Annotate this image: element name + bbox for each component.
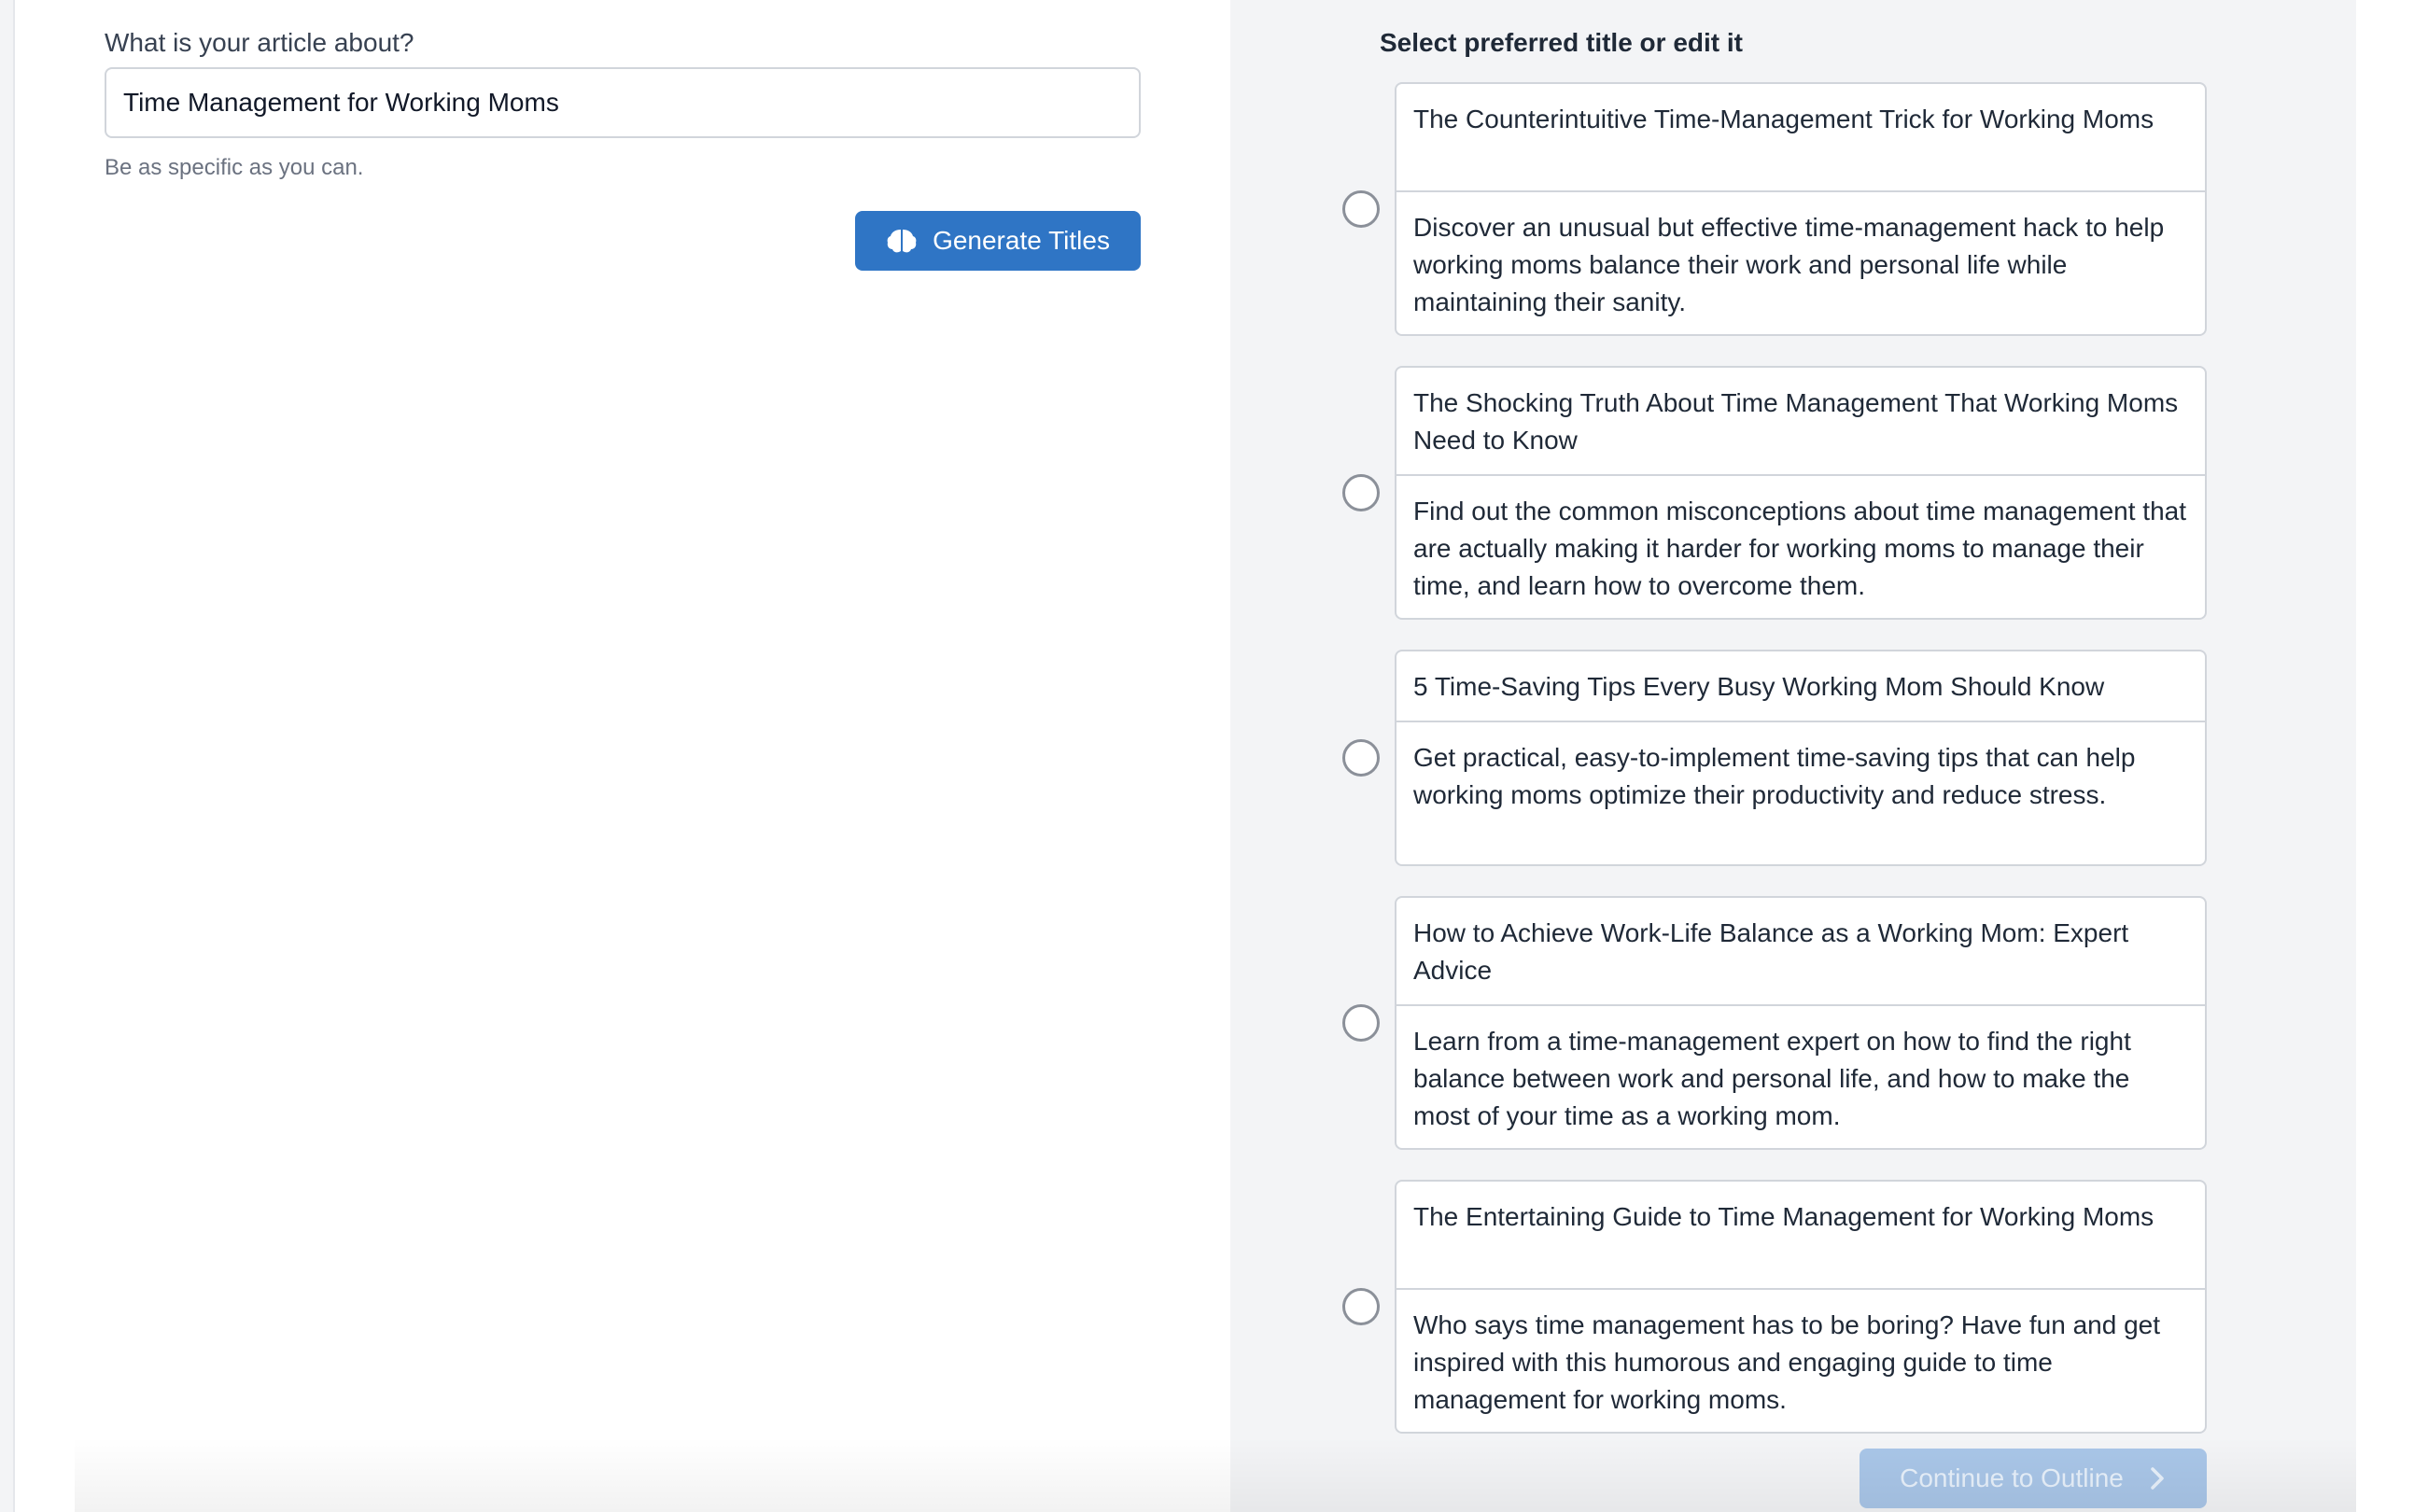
title-option-card: The Counterintuitive Time-Management Tri… — [1395, 82, 2207, 336]
title-option: 5 Time-Saving Tips Every Busy Working Mo… — [1342, 650, 2207, 866]
title-option-radio[interactable] — [1342, 1004, 1380, 1042]
continue-to-outline-label: Continue to Outline — [1900, 1463, 2124, 1492]
title-option: The Entertaining Guide to Time Managemen… — [1342, 1180, 2207, 1434]
topic-hint: Be as specific as you can. — [105, 155, 364, 180]
topic-input[interactable] — [105, 67, 1141, 138]
title-option-description[interactable]: Who says time management has to be borin… — [1396, 1290, 2205, 1432]
title-option-radio[interactable] — [1342, 474, 1380, 511]
title-option: The Counterintuitive Time-Management Tri… — [1342, 82, 2207, 336]
title-option-description[interactable]: Learn from a time-management expert on h… — [1396, 1006, 2205, 1148]
title-option-card: The Shocking Truth About Time Management… — [1395, 366, 2207, 620]
continue-to-outline-button[interactable]: Continue to Outline — [1860, 1449, 2207, 1508]
title-option-radio[interactable] — [1342, 190, 1380, 228]
title-option-title[interactable]: The Counterintuitive Time-Management Tri… — [1396, 84, 2205, 192]
generate-titles-label: Generate Titles — [933, 226, 1110, 255]
title-option-title[interactable]: 5 Time-Saving Tips Every Busy Working Mo… — [1396, 651, 2205, 722]
title-option-radio[interactable] — [1342, 1288, 1380, 1325]
title-option-title[interactable]: The Entertaining Guide to Time Managemen… — [1396, 1182, 2205, 1290]
title-option-description[interactable]: Find out the common misconceptions about… — [1396, 476, 2205, 618]
title-option-card: 5 Time-Saving Tips Every Busy Working Mo… — [1395, 650, 2207, 866]
title-option-description[interactable]: Get practical, easy-to-implement time-sa… — [1396, 722, 2205, 829]
title-option-title[interactable]: How to Achieve Work-Life Balance as a Wo… — [1396, 898, 2205, 1006]
title-option: How to Achieve Work-Life Balance as a Wo… — [1342, 896, 2207, 1150]
title-option-card: The Entertaining Guide to Time Managemen… — [1395, 1180, 2207, 1434]
title-option: The Shocking Truth About Time Management… — [1342, 366, 2207, 620]
chevron-right-icon — [2151, 1467, 2164, 1490]
title-option-card: How to Achieve Work-Life Balance as a Wo… — [1395, 896, 2207, 1150]
window-right-edge — [2356, 0, 2414, 1512]
title-option-title[interactable]: The Shocking Truth About Time Management… — [1396, 368, 2205, 476]
window-left-edge — [0, 0, 15, 1512]
brain-icon — [887, 230, 917, 253]
topic-label: What is your article about? — [105, 28, 414, 57]
title-option-radio[interactable] — [1342, 739, 1380, 777]
generate-titles-button[interactable]: Generate Titles — [855, 211, 1141, 271]
title-option-description[interactable]: Discover an unusual but effective time-m… — [1396, 192, 2205, 334]
titles-heading: Select preferred title or edit it — [1380, 28, 1743, 57]
